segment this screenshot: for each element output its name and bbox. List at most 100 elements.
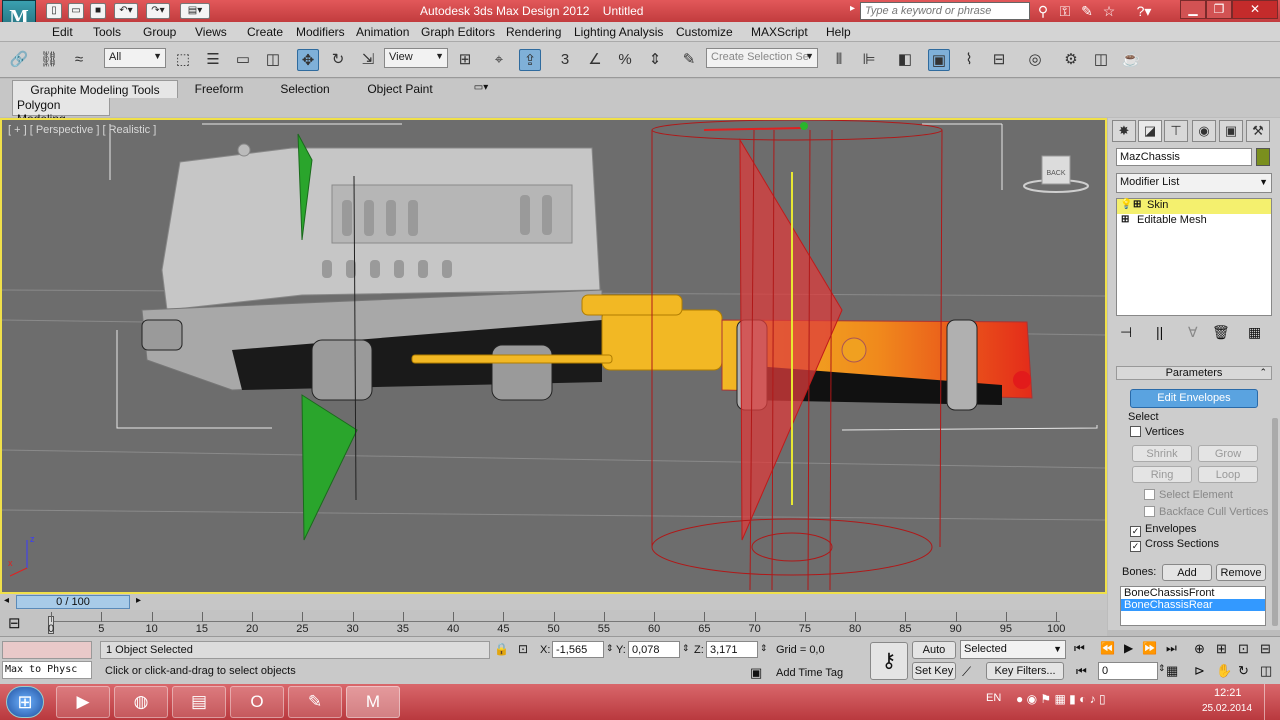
expand-icon[interactable]: ⊞: [1121, 214, 1129, 225]
field-of-view-icon[interactable]: ⊳: [1194, 663, 1205, 679]
keyboard-shortcut-override-icon[interactable]: ⇪: [519, 49, 541, 71]
maxscript-listener-pink[interactable]: [2, 641, 92, 659]
loop-button[interactable]: Loop: [1198, 466, 1258, 483]
rotate-icon[interactable]: ↻: [327, 49, 349, 71]
tab-graphite-modeling-tools[interactable]: Graphite Modeling Tools: [12, 80, 178, 98]
zoom-all-icon[interactable]: ⊞: [1216, 641, 1227, 657]
remove-modifier-icon[interactable]: 🗑: [1212, 324, 1230, 341]
select-by-name-icon[interactable]: ☰: [202, 49, 224, 71]
zoom-extents-all-icon[interactable]: ⊟: [1260, 641, 1271, 657]
add-bone-button[interactable]: Add: [1162, 564, 1212, 581]
minimize-button[interactable]: ▁: [1180, 0, 1206, 19]
selection-filter-dropdown[interactable]: All ▼: [104, 48, 166, 68]
z-spinner-icon[interactable]: ⇕: [760, 643, 768, 654]
clock-time[interactable]: 12:21: [1214, 687, 1242, 699]
menu-maxscript[interactable]: MAXScript: [751, 25, 808, 39]
panel-scrollbar[interactable]: [1272, 418, 1278, 626]
graphite-toggle-icon[interactable]: ▣: [928, 49, 950, 71]
menu-tools[interactable]: Tools: [93, 25, 121, 39]
pan-icon[interactable]: ✋: [1216, 663, 1232, 679]
opera-icon[interactable]: O: [230, 686, 284, 718]
redo-icon[interactable]: ↷▾: [146, 3, 170, 19]
time-slider[interactable]: 0 / 100: [16, 595, 130, 609]
ring-button[interactable]: Ring: [1132, 466, 1192, 483]
favorites-icon[interactable]: ☆: [1100, 2, 1118, 20]
y-coordinate-field[interactable]: 0,078: [628, 641, 680, 658]
display-tab-icon[interactable]: ▣: [1219, 120, 1243, 142]
menu-animation[interactable]: Animation: [356, 25, 409, 39]
new-icon[interactable]: ▯: [46, 3, 62, 19]
undo-icon[interactable]: ↶▾: [114, 3, 138, 19]
bone-item-selected[interactable]: BoneChassisRear: [1121, 599, 1265, 611]
select-manipulate-icon[interactable]: ⌖: [488, 49, 510, 71]
clock-date[interactable]: 25.02.2014: [1202, 703, 1252, 714]
bind-spacewarp-icon[interactable]: ≈: [68, 49, 90, 71]
current-frame-field[interactable]: 0: [1098, 662, 1158, 680]
prev-frame-arrow-icon[interactable]: ◂: [4, 595, 9, 606]
play-icon[interactable]: ▶: [1124, 641, 1133, 655]
schematic-view-icon[interactable]: ⊟: [988, 49, 1010, 71]
perspective-viewport[interactable]: BACK z x [ + ] [ Perspective ] [ Realist…: [0, 118, 1107, 594]
window-crossing-icon[interactable]: ◫: [262, 49, 284, 71]
maxscript-mini-listener[interactable]: Max to Physc: [2, 661, 92, 679]
edit-named-selection-icon[interactable]: ✎: [678, 49, 700, 71]
utilities-tab-icon[interactable]: ⚒: [1246, 120, 1270, 142]
stack-item-editable-mesh[interactable]: ⊞ Editable Mesh: [1117, 214, 1271, 229]
vertices-checkbox[interactable]: Vertices: [1130, 426, 1184, 438]
unlink-icon[interactable]: ⛓: [38, 49, 60, 71]
communication-icon[interactable]: ✎: [1078, 2, 1096, 20]
zoom-extents-icon[interactable]: ⊡: [1238, 641, 1249, 657]
motion-tab-icon[interactable]: ◉: [1192, 120, 1216, 142]
orbit-icon[interactable]: ↻: [1238, 663, 1249, 679]
light-bulb-icon[interactable]: 💡: [1120, 199, 1132, 210]
subscription-icon[interactable]: ⚿: [1056, 2, 1074, 20]
next-frame-arrow-icon[interactable]: ▸: [136, 595, 141, 606]
close-button[interactable]: ✕: [1232, 0, 1278, 19]
object-color-swatch[interactable]: [1256, 148, 1270, 166]
menu-graph-editors[interactable]: Graph Editors: [421, 25, 495, 39]
ribbon-options-icon[interactable]: ▭▾: [468, 80, 494, 98]
mini-curve-editor-icon[interactable]: ⊟: [8, 614, 21, 632]
tab-selection[interactable]: Selection: [272, 80, 338, 98]
backface-cull-checkbox[interactable]: Backface Cull Vertices: [1144, 506, 1268, 518]
menu-views[interactable]: Views: [195, 25, 227, 39]
set-key-button[interactable]: Set Key: [912, 662, 956, 680]
object-name-field[interactable]: MazChassis: [1116, 148, 1252, 166]
render-production-icon[interactable]: ☕: [1120, 49, 1142, 71]
move-icon[interactable]: ✥: [297, 49, 319, 71]
media-player-icon[interactable]: ▶: [56, 686, 110, 718]
go-to-end-icon[interactable]: ⏭: [1166, 641, 1177, 656]
tray-icons[interactable]: ● ◉ ⚑ ▦ ▮ ◐ ♪ ▯: [1016, 692, 1106, 706]
grow-button[interactable]: Grow: [1198, 445, 1258, 462]
tab-object-paint[interactable]: Object Paint: [360, 80, 440, 98]
x-spinner-icon[interactable]: ⇕: [606, 643, 614, 654]
absolute-mode-icon[interactable]: ⊡: [518, 642, 528, 656]
spinner-snap-icon[interactable]: ⇕: [644, 49, 666, 71]
make-unique-icon[interactable]: ∀: [1188, 324, 1198, 341]
paint-icon[interactable]: ✎: [288, 686, 342, 718]
show-end-result-icon[interactable]: ||: [1156, 324, 1163, 340]
edit-envelopes-button[interactable]: Edit Envelopes: [1130, 389, 1258, 408]
firefox-icon[interactable]: ◍: [114, 686, 168, 718]
angle-snap-icon[interactable]: ∠: [584, 49, 606, 71]
stack-item-skin[interactable]: 💡 ⊞ Skin: [1117, 199, 1271, 214]
previous-frame-icon[interactable]: ⏪: [1100, 641, 1115, 655]
align-icon[interactable]: ⊫: [858, 49, 880, 71]
go-to-start-icon[interactable]: ⏮: [1074, 641, 1085, 656]
frame-spinner-icon[interactable]: ⇕: [1158, 663, 1166, 674]
link-icon[interactable]: 🔗: [8, 49, 30, 71]
maximize-viewport-icon[interactable]: ◫: [1260, 663, 1272, 679]
tab-freeform[interactable]: Freeform: [186, 80, 252, 98]
key-mode-dropdown[interactable]: Selected ▼: [960, 640, 1066, 659]
open-icon[interactable]: ▭: [68, 3, 84, 19]
key-mode-toggle-icon[interactable]: ⏮: [1076, 664, 1087, 679]
select-element-checkbox[interactable]: Select Element: [1144, 489, 1233, 501]
expand-arrow-icon[interactable]: ▸: [850, 3, 855, 14]
scale-icon[interactable]: ⇲: [357, 49, 379, 71]
viewport-label[interactable]: [ + ] [ Perspective ] [ Realistic ]: [8, 124, 156, 136]
pivot-center-icon[interactable]: ⊞: [454, 49, 476, 71]
3dsmax-taskbar-icon[interactable]: M: [346, 686, 400, 718]
rectangular-selection-icon[interactable]: ▭: [232, 49, 254, 71]
select-object-icon[interactable]: ⬚: [172, 49, 194, 71]
pin-stack-icon[interactable]: ⊣: [1120, 324, 1132, 341]
